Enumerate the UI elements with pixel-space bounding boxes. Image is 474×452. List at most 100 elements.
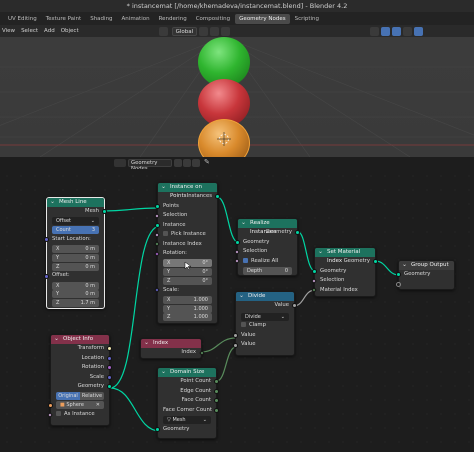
- label: Mesh: [172, 416, 186, 423]
- socket-as-instance-in[interactable]: [47, 411, 53, 418]
- input-as-instance[interactable]: As Instance: [47, 410, 109, 420]
- socket-value2-in[interactable]: [233, 342, 238, 348]
- label: X: [56, 282, 60, 289]
- node-domain-size[interactable]: Domain Size Point Count Edge Count Face …: [155, 367, 219, 439]
- socket-geometry-in[interactable]: [312, 268, 317, 274]
- node-title[interactable]: Index: [141, 338, 201, 348]
- offset-y-field[interactable]: Y 0 m: [52, 290, 99, 299]
- node-title[interactable]: Object Info: [51, 334, 109, 344]
- count-field[interactable]: Count 3: [52, 226, 99, 234]
- node-title[interactable]: Realize Instances: [238, 218, 297, 235]
- scale-x-field[interactable]: X 1.000: [163, 295, 212, 304]
- value: 1.000: [193, 305, 208, 312]
- socket-geometry-in[interactable]: [396, 272, 401, 278]
- object-field[interactable]: ■ Sphere ✕: [48, 401, 104, 409]
- socket-selection-in[interactable]: [311, 277, 317, 284]
- chevron-down-icon: ⌄: [202, 416, 207, 423]
- label: Clamp: [249, 322, 266, 329]
- chevron-down-icon: ⌄: [90, 218, 95, 225]
- output-scale: Scale: [51, 373, 112, 383]
- output-geometry: Geometry: [315, 257, 378, 267]
- node-group-output[interactable]: Group Output Geometry: [396, 260, 455, 290]
- mode-dropdown[interactable]: Offset ⌄: [52, 217, 99, 226]
- offset-z-field[interactable]: Z 1.7 m: [52, 299, 99, 307]
- clamp-toggle[interactable]: Clamp: [236, 321, 294, 331]
- input-selection: Selection: [154, 211, 217, 221]
- socket-empty-in[interactable]: [396, 281, 401, 287]
- node-title[interactable]: Set Material Index: [315, 247, 375, 264]
- label: Value: [274, 302, 289, 308]
- label: Index: [181, 349, 196, 355]
- node-title[interactable]: Group Output: [399, 260, 454, 270]
- node-divide[interactable]: Divide Value Divide ⌄ Clamp Value Value: [233, 291, 297, 356]
- realize-all-checkbox[interactable]: [243, 257, 248, 263]
- depth-field[interactable]: Depth 0: [243, 266, 292, 275]
- node-set-material-index[interactable]: Set Material Index Geometry Geometry Sel…: [311, 247, 378, 297]
- socket-scale-out[interactable]: [107, 374, 112, 380]
- socket-selection-in[interactable]: [234, 248, 240, 255]
- label: X: [56, 246, 60, 252]
- node-title[interactable]: Instance on Points: [158, 182, 217, 199]
- output-edge-count: Edge Count: [158, 387, 219, 397]
- socket-rotation-in[interactable]: [154, 250, 160, 257]
- node-mesh-line[interactable]: Mesh Line Mesh Offset ⌄ Count 3 Start Loca…: [44, 197, 107, 309]
- chevron-down-icon: ⌄: [280, 313, 285, 320]
- label: Rotation: [81, 364, 104, 370]
- close-icon[interactable]: ✕: [96, 401, 100, 409]
- socket-geometry-in[interactable]: [155, 426, 160, 432]
- socket-instance-in[interactable]: [155, 222, 160, 228]
- node-realize-instances[interactable]: Realize Instances Geometry Geometry Sele…: [234, 218, 300, 276]
- input-realize-all[interactable]: Realize All: [234, 257, 297, 267]
- input-selection: Selection: [311, 276, 375, 286]
- output-rotation: Rotation: [51, 363, 112, 373]
- socket-face-corner-count-out[interactable]: [214, 407, 219, 413]
- socket-start-in[interactable]: [44, 237, 49, 242]
- output-value: Value: [236, 301, 297, 311]
- scale-y-field[interactable]: Y 1.000: [163, 304, 212, 313]
- input-pick-instance[interactable]: Pick Instance: [154, 230, 217, 240]
- socket-location-out[interactable]: [107, 355, 112, 361]
- label: Selection: [320, 277, 345, 283]
- node-index[interactable]: Index Index: [140, 338, 205, 359]
- output-location: Location: [51, 354, 112, 364]
- socket-edge-count-out[interactable]: [214, 388, 219, 394]
- label: Geometry: [163, 425, 190, 432]
- scale-z-field[interactable]: Z 1.000: [163, 313, 212, 322]
- component-dropdown[interactable]: ▽ Mesh ⌄: [163, 415, 211, 424]
- clamp-checkbox[interactable]: [241, 322, 246, 328]
- socket-offset-in[interactable]: [44, 273, 49, 279]
- input-points: Points: [155, 202, 217, 212]
- socket-object-in[interactable]: [48, 403, 53, 409]
- socket-points-in[interactable]: [155, 203, 160, 209]
- node-title[interactable]: Divide: [236, 291, 294, 301]
- socket-selection-in[interactable]: [154, 212, 160, 219]
- start-z-field[interactable]: Z 0 m: [52, 262, 99, 271]
- start-location-label: Start Location:: [44, 235, 104, 245]
- input-instance: Instance: [155, 221, 217, 231]
- socket-pick-instance-in[interactable]: [154, 231, 160, 238]
- operation-dropdown[interactable]: Divide ⌄: [241, 312, 289, 321]
- label: Transform: [77, 345, 104, 351]
- pick-instance-checkbox[interactable]: [163, 231, 168, 236]
- label: Depth: [247, 267, 263, 274]
- node-title[interactable]: Domain Size: [158, 367, 216, 377]
- node-title[interactable]: Mesh Line: [47, 197, 104, 207]
- value: 1.7 m: [80, 300, 95, 306]
- value: 0 m: [85, 254, 95, 261]
- offset-x-field[interactable]: X 0 m: [52, 281, 99, 290]
- start-y-field[interactable]: Y 0 m: [52, 253, 99, 262]
- start-x-field[interactable]: X 0 m: [52, 245, 99, 253]
- label: Geometry: [343, 258, 370, 264]
- node-instance-on-points[interactable]: Instance on Points Instances Points Sele…: [154, 182, 220, 324]
- as-instance-checkbox[interactable]: [56, 410, 61, 416]
- node-object-info[interactable]: Object Info Transform Location Rotation …: [47, 334, 112, 426]
- rotation-z-field[interactable]: Z 0°: [163, 276, 212, 285]
- socket-geometry-in[interactable]: [235, 239, 240, 245]
- original-button[interactable]: Original: [56, 392, 80, 401]
- relative-button[interactable]: Relative: [80, 392, 104, 401]
- output-index: Index: [141, 348, 205, 358]
- label: Selection: [243, 248, 268, 254]
- value: 0 m: [85, 263, 95, 270]
- value: 1.000: [193, 296, 208, 303]
- socket-value1-in[interactable]: [233, 333, 238, 338]
